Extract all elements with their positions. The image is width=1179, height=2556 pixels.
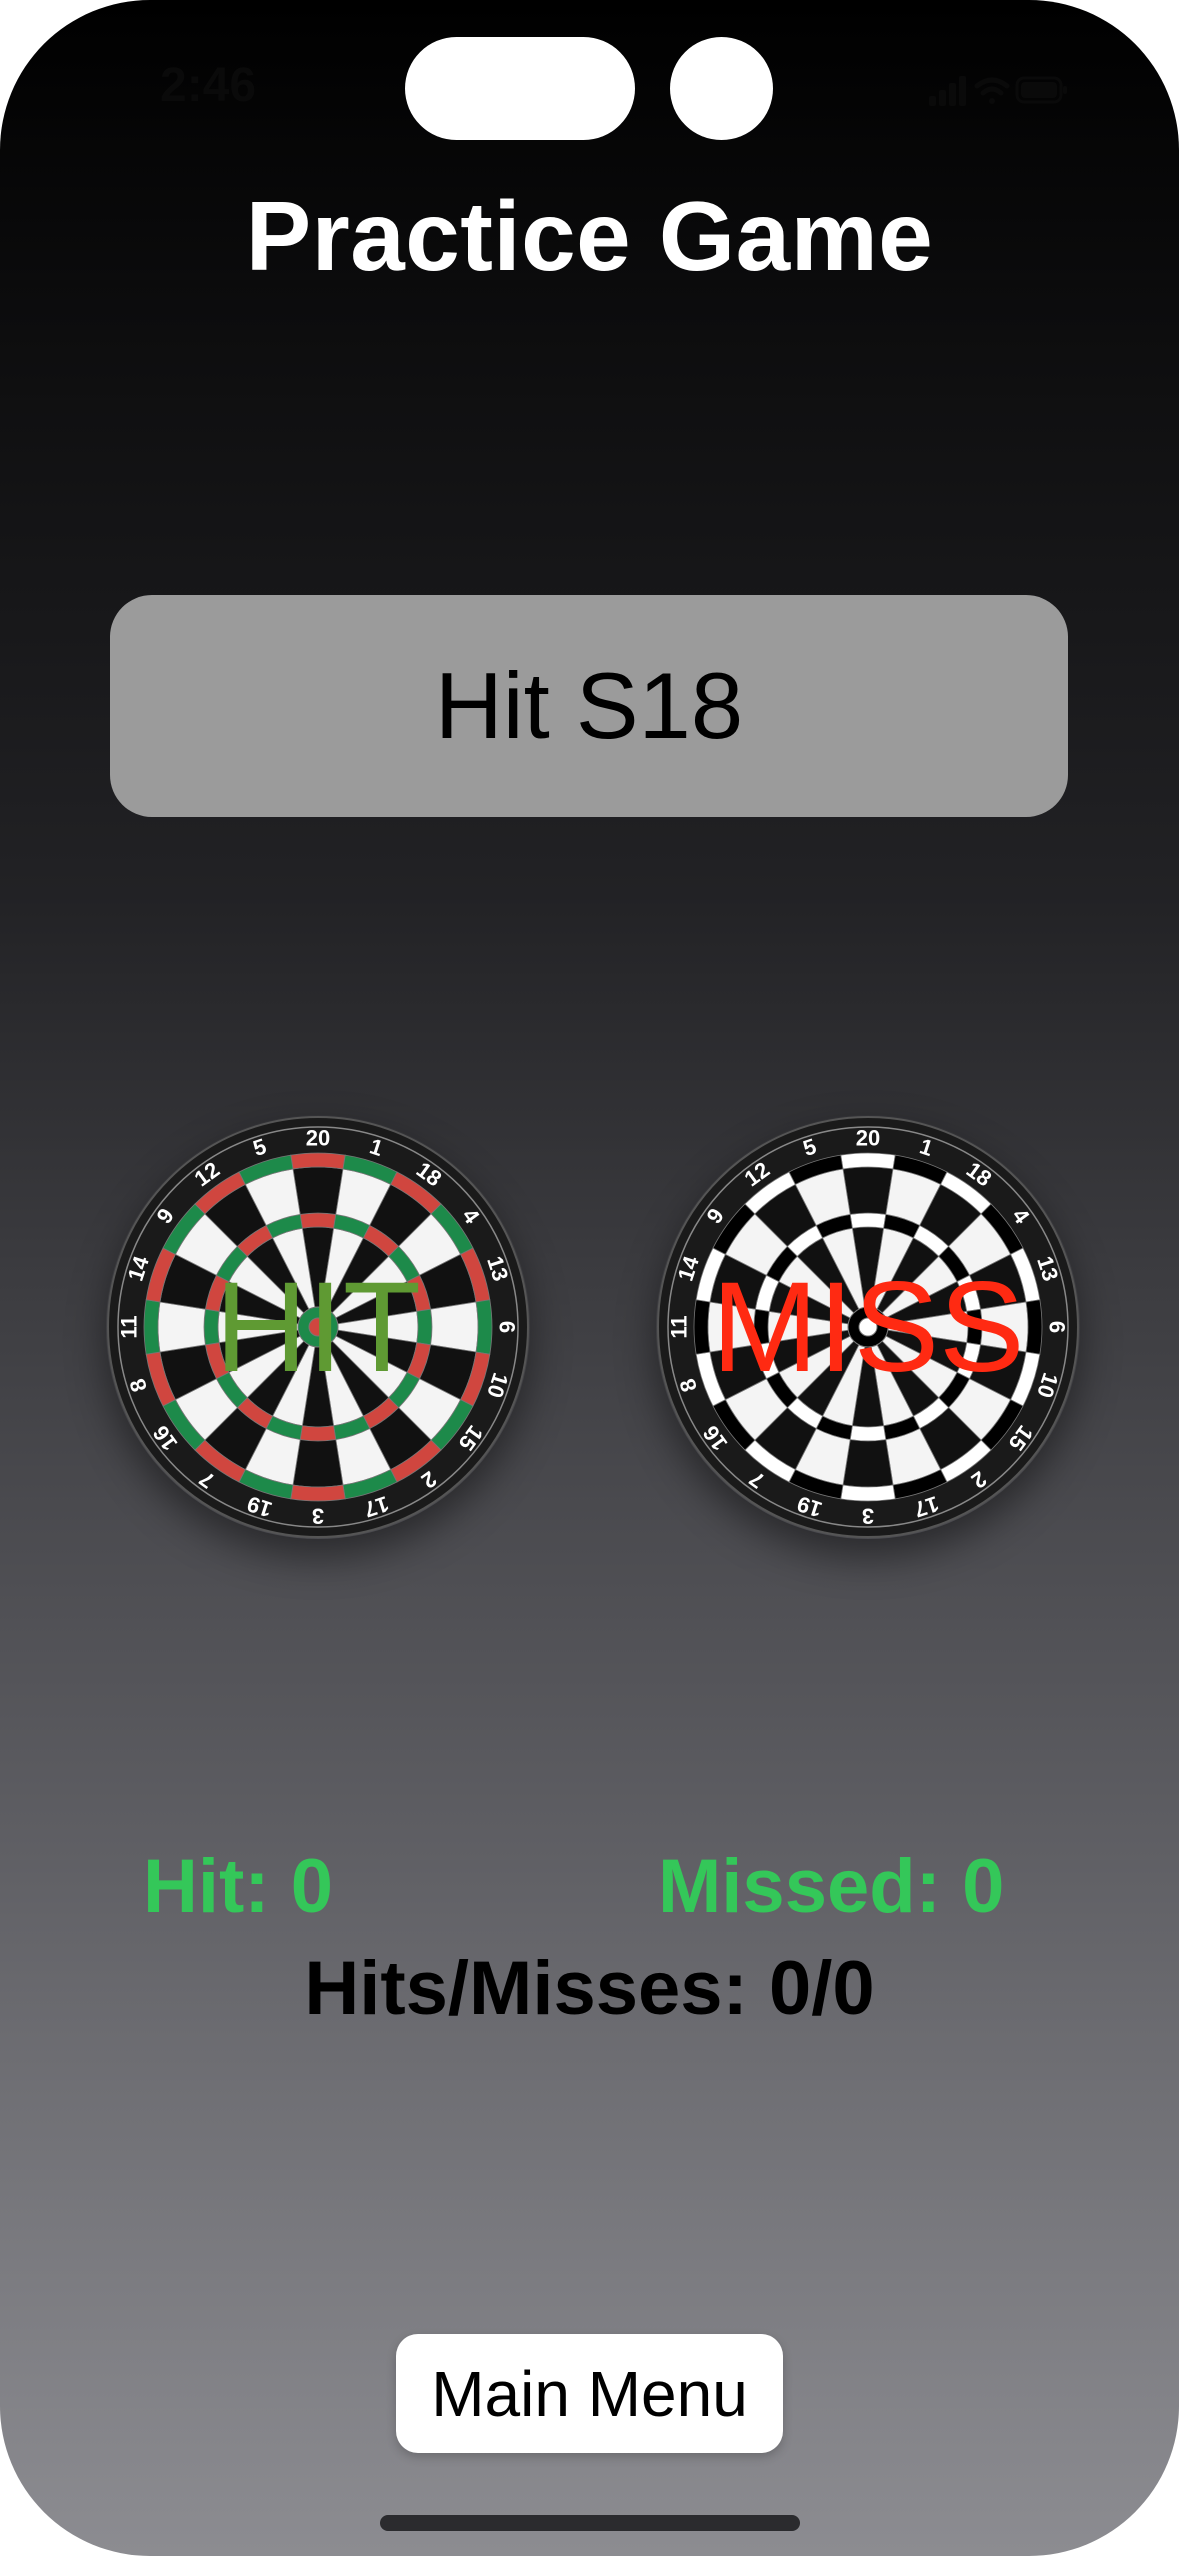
hit-count: Hit: 0 <box>143 1844 333 1929</box>
board-number: 6 <box>495 1321 520 1333</box>
dynamic-island-camera <box>670 37 773 140</box>
board-number: 3 <box>862 1504 874 1529</box>
board-number: 11 <box>117 1315 142 1338</box>
status-time: 2:46 <box>160 59 257 112</box>
page-title: Practice Game <box>245 181 934 291</box>
hits-misses-ratio: Hits/Misses: 0/0 <box>304 1946 875 2031</box>
dartboard-miss-icon: 20 11841361015217319716811149125 <box>657 1116 1079 1538</box>
wifi-icon <box>974 77 1010 104</box>
board-number: 20 <box>306 1126 330 1151</box>
main-menu-button[interactable]: Main Menu <box>396 2334 783 2453</box>
board-number: 20 <box>856 1126 880 1151</box>
signal-icon <box>929 76 966 106</box>
target-prompt: Hit S18 <box>110 595 1068 817</box>
phone-screen: 2:46 Practice Game Hit S18 20 1 18 4 13 … <box>0 0 1179 2556</box>
dartboard-hit-icon: 20 11841361015217319716811149125 <box>107 1116 529 1538</box>
board-number: 11 <box>667 1315 692 1338</box>
dynamic-island-pill <box>405 37 635 140</box>
hit-dartboard-button[interactable]: 20 1 18 4 13 6 10 15 2 17 3 19 7 16 8 11 14 9 12 5 HIT <box>106 1115 530 1539</box>
missed-count: Missed: 0 <box>658 1844 1005 1929</box>
home-indicator <box>380 2515 800 2531</box>
board-number: 3 <box>312 1504 324 1529</box>
status-icons <box>929 70 1069 110</box>
board-number: 6 <box>1045 1321 1070 1333</box>
miss-dartboard-button[interactable]: 20 1 18 4 13 6 10 15 2 17 3 19 7 16 8 11 14 9 12 5 MISS <box>656 1115 1080 1539</box>
battery-icon <box>1015 76 1067 104</box>
